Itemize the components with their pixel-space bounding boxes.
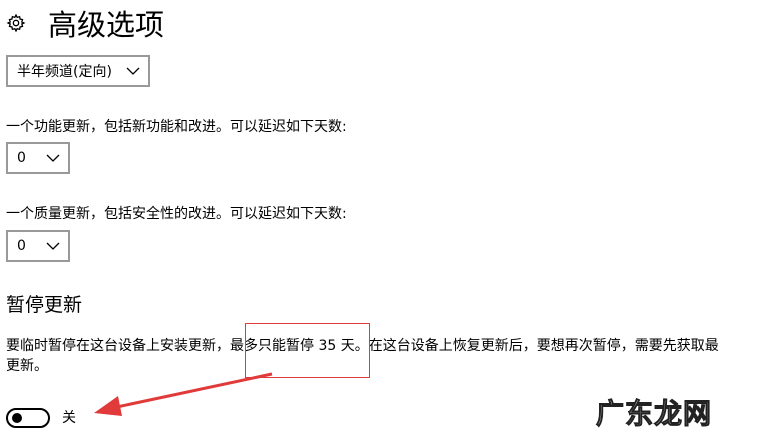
branch-dropdown[interactable]: 半年频道(定向) [6, 55, 150, 87]
quality-update-defer-value: 0 [17, 238, 26, 254]
chevron-down-icon [46, 242, 60, 250]
feature-update-label: 一个功能更新，包括新功能和改进。可以延迟如下天数: [6, 119, 347, 135]
branch-dropdown-value: 半年频道(定向) [17, 64, 112, 80]
feature-update-defer-dropdown[interactable]: 0 [6, 142, 70, 174]
gear-icon [6, 13, 26, 33]
pause-updates-toggle[interactable] [6, 408, 50, 428]
advanced-options-page: 高级选项 半年频道(定向) 一个功能更新，包括新功能和改进。可以延迟如下天数: … [0, 0, 761, 441]
chevron-down-icon [126, 67, 140, 75]
feature-update-defer-value: 0 [17, 150, 26, 166]
chevron-down-icon [46, 154, 60, 162]
page-title: 高级选项 [48, 8, 165, 42]
quality-update-label: 一个质量更新，包括安全性的改进。可以延迟如下天数: [6, 206, 347, 222]
toggle-knob [12, 413, 22, 423]
pause-toggle-state-label: 关 [62, 410, 76, 426]
pause-updates-title: 暂停更新 [6, 294, 83, 316]
pause-description-line2: 更新。 [6, 358, 48, 374]
watermark: 广东龙网 [595, 397, 713, 430]
annotation-arrow-icon [94, 372, 273, 416]
quality-update-defer-dropdown[interactable]: 0 [6, 230, 70, 262]
